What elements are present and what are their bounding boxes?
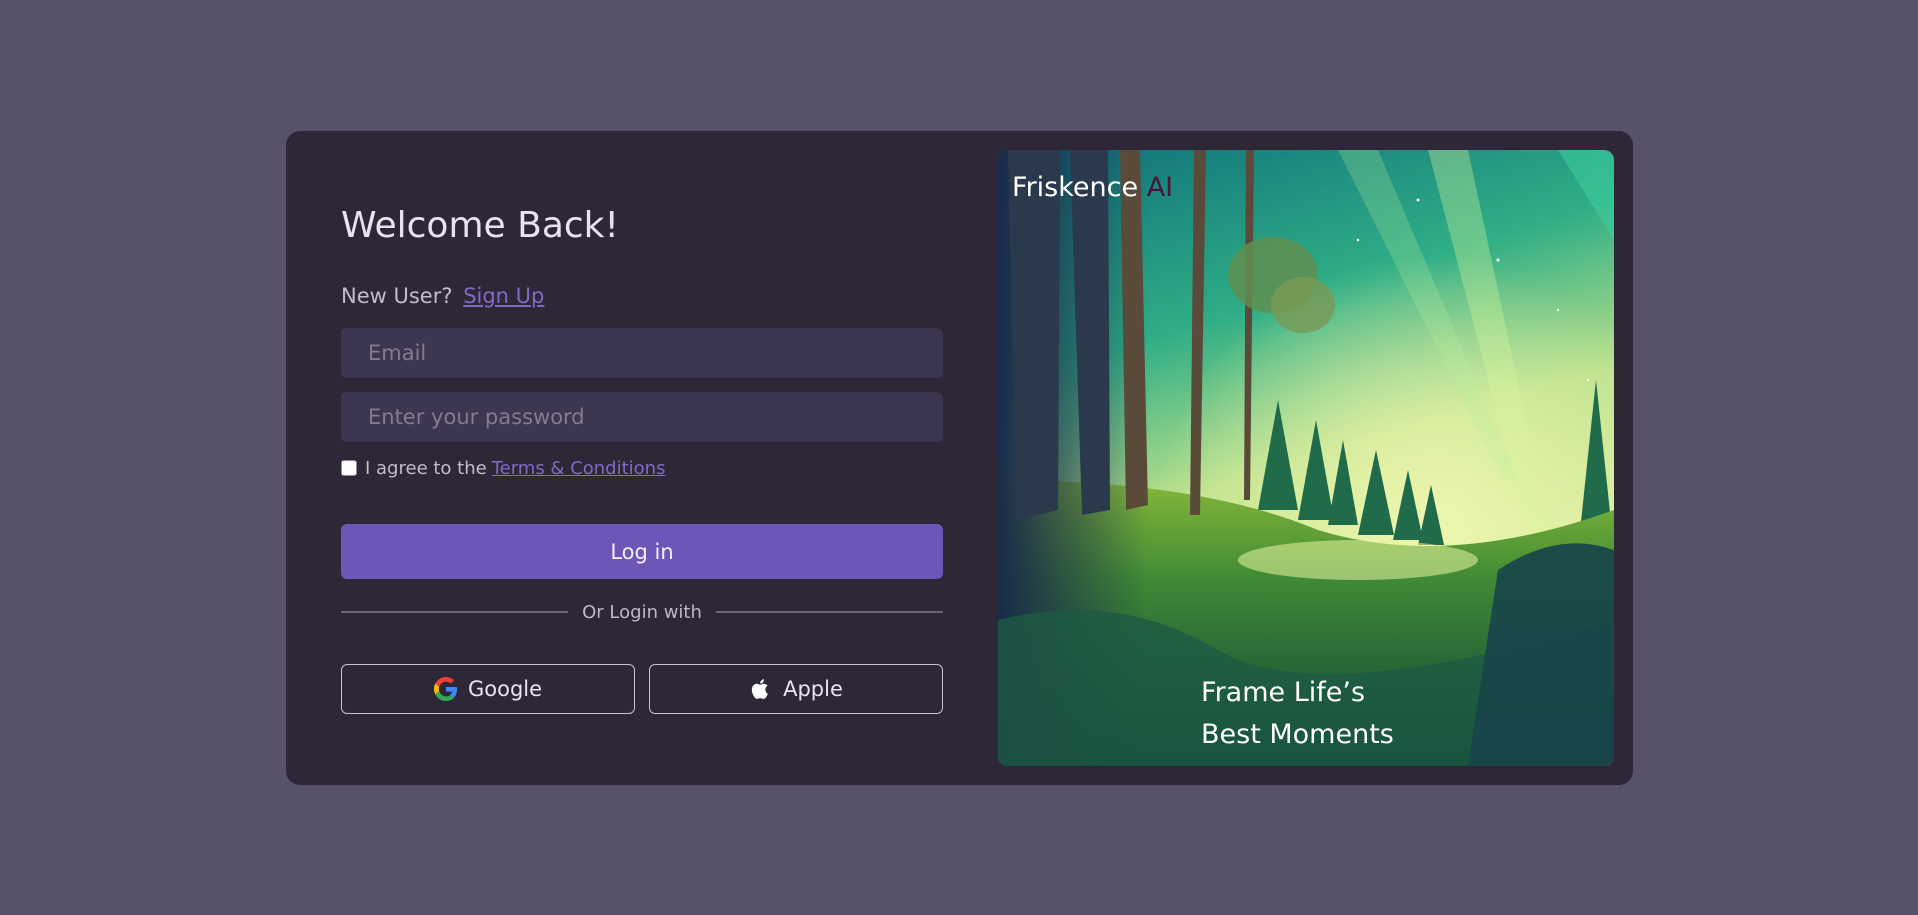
agree-label: I agree to the bbox=[365, 457, 487, 479]
terms-link[interactable]: Terms & Conditions bbox=[492, 458, 666, 479]
sign-up-link[interactable]: Sign Up bbox=[463, 284, 544, 308]
brand-name: Friskence bbox=[1012, 172, 1139, 203]
brand-logo-text: Friskence AI bbox=[1012, 172, 1173, 203]
terms-checkbox[interactable] bbox=[341, 460, 357, 476]
login-form: Welcome Back! New User? Sign Up I agree … bbox=[341, 131, 944, 785]
new-user-row: New User? Sign Up bbox=[341, 284, 544, 308]
page-title: Welcome Back! bbox=[341, 205, 619, 246]
tagline-line-1: Frame Life’s bbox=[1201, 677, 1366, 708]
new-user-label: New User? bbox=[341, 284, 453, 308]
email-input[interactable] bbox=[341, 328, 943, 378]
terms-row: I agree to the Terms & Conditions bbox=[341, 455, 665, 481]
tagline: Frame Life’s Best Moments bbox=[1201, 672, 1394, 756]
google-button-label: Google bbox=[467, 677, 543, 701]
apple-icon bbox=[749, 677, 773, 701]
apple-login-button[interactable]: Apple bbox=[649, 664, 943, 714]
password-input[interactable] bbox=[341, 392, 943, 442]
hero-image-panel: Friskence AI Frame Life’s Best Moments bbox=[998, 150, 1614, 766]
divider-line-right bbox=[715, 611, 944, 613]
or-login-divider: Or Login with bbox=[341, 598, 944, 626]
divider-line-left bbox=[341, 611, 569, 613]
login-button[interactable]: Log in bbox=[341, 524, 943, 579]
login-card: Welcome Back! New User? Sign Up I agree … bbox=[286, 131, 1633, 785]
brand-suffix: AI bbox=[1146, 172, 1174, 203]
apple-button-label: Apple bbox=[783, 677, 843, 701]
google-icon bbox=[433, 677, 458, 701]
tagline-line-2: Best Moments bbox=[1201, 719, 1394, 750]
google-login-button[interactable]: Google bbox=[341, 664, 635, 714]
divider-text: Or Login with bbox=[582, 601, 702, 623]
